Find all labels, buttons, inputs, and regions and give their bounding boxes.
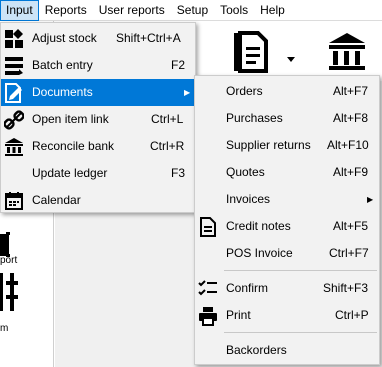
dropdown-arrow-icon[interactable] [287,57,295,63]
menu-item-shortcut: Shift+Ctrl+A [116,31,181,45]
left-toolbar-label-2: m [0,323,9,334]
menu-item-label: Quotes [226,165,265,179]
document-icon [197,216,219,238]
menu-item-shortcut: Alt+F9 [333,165,369,179]
menu-item-backorders[interactable]: Backorders [195,337,379,364]
menu-item-reconcile-bank[interactable]: Reconcile bank Ctrl+R [1,133,195,160]
menu-item-supplier-returns[interactable]: Supplier returns Alt+F10 [195,132,379,159]
menu-item-orders[interactable]: Orders Alt+F7 [195,78,379,105]
partial-toolbar-icon-2 [0,273,18,311]
menu-item-shortcut: Ctrl+F7 [329,246,369,260]
menu-item-documents[interactable]: Documents ▶ [1,79,195,106]
printer-icon [197,305,219,327]
menu-item-label: Orders [226,84,263,98]
menu-reports[interactable]: Reports [39,0,93,21]
menu-item-label: Calendar [32,193,81,207]
documents-icon [3,82,25,104]
menu-item-shortcut: F3 [171,166,186,180]
menu-item-shortcut: Alt+F10 [327,138,369,152]
menu-item-label: Batch entry [32,58,93,72]
input-menu: Adjust stock Shift+Ctrl+A Batch entry F2… [0,22,196,213]
menu-item-shortcut: Ctrl+R [150,139,185,153]
calendar-icon [3,190,25,212]
menu-item-batch-entry[interactable]: Batch entry F2 [1,52,195,79]
checklist-icon [197,278,219,300]
menu-item-label: Open item link [32,112,109,126]
menu-item-adjust-stock[interactable]: Adjust stock Shift+Ctrl+A [1,25,195,52]
menu-item-label: POS Invoice [226,246,293,260]
menu-item-calendar[interactable]: Calendar [1,187,195,214]
menu-item-shortcut: Alt+F7 [333,84,369,98]
menu-item-credit-notes[interactable]: Credit notes Alt+F5 [195,213,379,240]
menu-item-label: Reconcile bank [32,139,115,153]
menu-item-print[interactable]: Print Ctrl+P [195,302,379,329]
menu-item-shortcut: Ctrl+L [151,112,184,126]
menu-item-label: Supplier returns [226,138,311,152]
menu-item-open-item-link[interactable]: Open item link Ctrl+L [1,106,195,133]
menu-item-label: Confirm [226,281,269,295]
batch-entry-icon [3,55,25,77]
menu-item-shortcut: Alt+F5 [333,219,369,233]
link-icon [3,109,25,131]
menu-input[interactable]: Input [0,0,39,21]
menu-help[interactable]: Help [254,0,291,21]
document-toolbar-icon[interactable] [232,31,268,75]
menu-item-label: Print [226,308,251,322]
menu-item-purchases[interactable]: Purchases Alt+F8 [195,105,379,132]
menu-setup[interactable]: Setup [171,0,214,21]
submenu-arrow-icon: ▶ [184,88,191,97]
menu-item-label: Update ledger [32,166,108,180]
menu-item-shortcut: Alt+F8 [333,111,369,125]
adjust-stock-icon [3,28,25,50]
menu-item-shortcut: Shift+F3 [323,281,369,295]
menu-item-pos-invoice[interactable]: POS Invoice Ctrl+F7 [195,240,379,267]
menu-item-label: Purchases [226,111,283,125]
bank-icon [3,136,25,158]
menu-item-label: Adjust stock [32,31,97,45]
menu-item-confirm[interactable]: Confirm Shift+F3 [195,275,379,302]
menu-item-update-ledger[interactable]: Update ledger F3 [1,160,195,187]
menu-item-label: Documents [32,85,93,99]
menu-user-reports[interactable]: User reports [93,0,171,21]
menu-bar: Input Reports User reports Setup Tools H… [0,0,382,21]
menu-separator [224,332,377,333]
menu-item-shortcut: Ctrl+P [335,308,369,322]
menu-tools[interactable]: Tools [214,0,254,21]
left-toolbar-label-1: port [0,255,18,266]
menu-item-quotes[interactable]: Quotes Alt+F9 [195,159,379,186]
app-window: Input Reports User reports Setup Tools H… [0,0,382,367]
bank-toolbar-icon[interactable] [327,31,367,71]
menu-item-label: Invoices [226,192,271,206]
menu-item-shortcut: F2 [171,58,186,72]
menu-separator [224,270,377,271]
menu-item-label: Backorders [226,343,287,357]
menu-item-invoices[interactable]: Invoices ▶ [195,186,379,213]
submenu-arrow-icon: ▶ [367,195,374,204]
menu-item-label: Credit notes [226,219,291,233]
documents-submenu: Orders Alt+F7 Purchases Alt+F8 Supplier … [194,75,380,365]
